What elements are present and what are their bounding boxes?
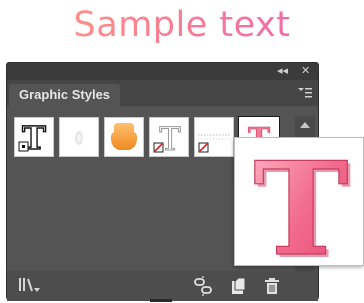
panel-tab-row: Graphic Styles [7, 80, 318, 106]
delete-icon[interactable] [263, 276, 281, 296]
scroll-up-arrow-icon[interactable] [300, 122, 310, 128]
panel-title-bar[interactable]: ◂◂ ✕ [7, 63, 318, 80]
graphic-style-swatch[interactable]: T [149, 117, 189, 157]
style-preview-tooltip: T T [234, 134, 364, 288]
break-link-icon[interactable] [192, 276, 214, 296]
new-graphic-style-icon[interactable] [229, 276, 247, 296]
panel-bottom-toolbar [7, 271, 318, 301]
graphic-style-swatch[interactable] [194, 117, 234, 157]
default-t-style-icon: T [18, 118, 47, 156]
close-panel-icon[interactable]: ✕ [301, 65, 310, 77]
sample-text: Sample text [73, 5, 291, 45]
collapse-panel-icon[interactable]: ◂◂ [277, 65, 288, 77]
graphic-style-swatch[interactable]: T [14, 117, 54, 157]
panel-menu-icon[interactable] [298, 87, 312, 99]
panel-resize-grip[interactable] [150, 299, 172, 302]
dotted-line-style-icon [198, 134, 230, 153]
tab-graphic-styles[interactable]: Graphic Styles [9, 84, 121, 106]
graphic-styles-libraries-menu-icon[interactable] [17, 276, 41, 294]
sample-text-heading: Sample text [0, 2, 364, 48]
light-glow-style-icon [75, 131, 83, 145]
pink-t-preview-icon: T T [253, 134, 352, 288]
orange-bevel-style-icon [110, 123, 138, 150]
graphic-style-swatch[interactable] [104, 117, 144, 157]
graphic-style-swatch[interactable] [59, 117, 99, 157]
outlined-t-style-icon: T [153, 120, 182, 156]
preview-glyph: T [253, 138, 348, 265]
